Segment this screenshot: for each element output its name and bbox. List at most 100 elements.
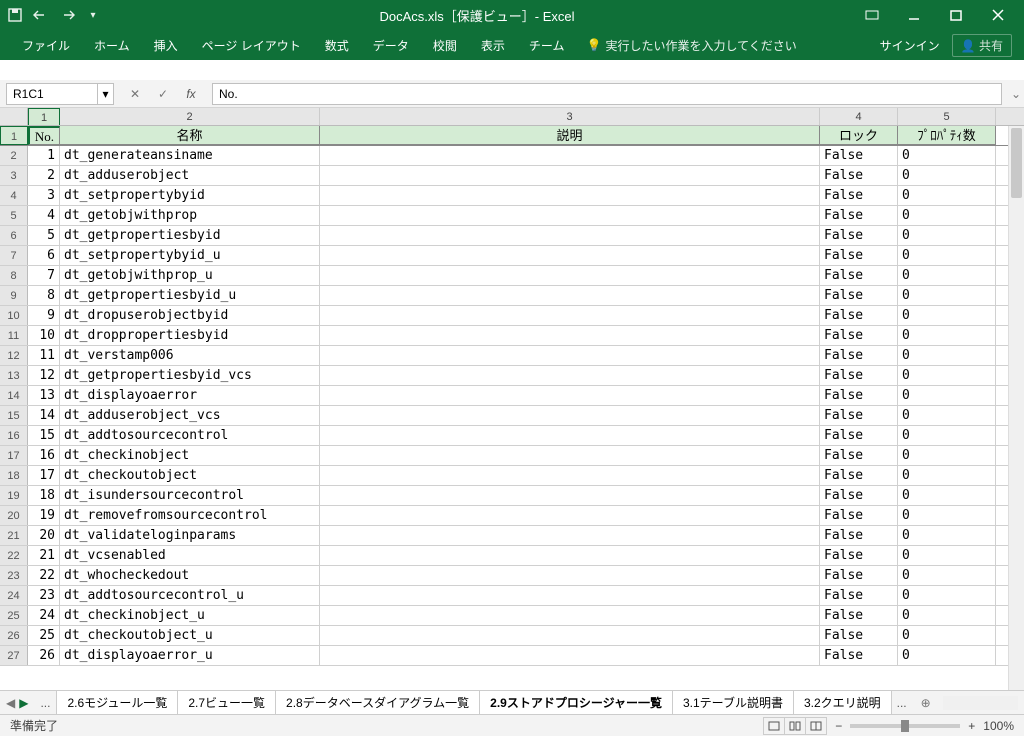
cell-no[interactable]: 1: [28, 146, 60, 165]
zoom-slider-thumb[interactable]: [901, 720, 909, 732]
cell-lock[interactable]: False: [820, 586, 898, 605]
tab-scroll-left-icon[interactable]: ◀: [6, 696, 15, 710]
cell-props[interactable]: 0: [898, 646, 996, 665]
cell-no[interactable]: 13: [28, 386, 60, 405]
cell-lock[interactable]: False: [820, 626, 898, 645]
header-lock[interactable]: ロック: [820, 126, 898, 145]
cell-name[interactable]: dt_droppropertiesbyid: [60, 326, 320, 345]
cell-props[interactable]: 0: [898, 546, 996, 565]
cell-lock[interactable]: False: [820, 286, 898, 305]
cell-name[interactable]: dt_adduserobject: [60, 166, 320, 185]
cell-no[interactable]: 5: [28, 226, 60, 245]
qat-customize-icon[interactable]: ▾: [84, 6, 102, 24]
col-header[interactable]: 5: [898, 108, 996, 125]
cell-name[interactable]: dt_isundersourcecontrol: [60, 486, 320, 505]
cell-no[interactable]: 9: [28, 306, 60, 325]
cell-props[interactable]: 0: [898, 506, 996, 525]
cell-no[interactable]: 19: [28, 506, 60, 525]
tab-pagelayout[interactable]: ページ レイアウト: [192, 33, 311, 58]
row-header[interactable]: 27: [0, 646, 28, 665]
row-header[interactable]: 16: [0, 426, 28, 445]
close-icon[interactable]: [978, 1, 1018, 29]
scrollbar-thumb[interactable]: [1011, 128, 1022, 198]
cell-desc[interactable]: [320, 306, 820, 325]
cell-no[interactable]: 23: [28, 586, 60, 605]
cell-desc[interactable]: [320, 606, 820, 625]
row-header[interactable]: 8: [0, 266, 28, 285]
cell-name[interactable]: dt_removefromsourcecontrol: [60, 506, 320, 525]
cell-name[interactable]: dt_checkinobject_u: [60, 606, 320, 625]
cell-lock[interactable]: False: [820, 186, 898, 205]
col-header[interactable]: 2: [60, 108, 320, 125]
cell-no[interactable]: 4: [28, 206, 60, 225]
expand-formula-bar-icon[interactable]: ⌄: [1008, 87, 1024, 101]
row-header[interactable]: 4: [0, 186, 28, 205]
cell-lock[interactable]: False: [820, 526, 898, 545]
sheet-tabs-more[interactable]: ...: [34, 693, 56, 713]
cell-props[interactable]: 0: [898, 186, 996, 205]
cell-name[interactable]: dt_addtosourcecontrol: [60, 426, 320, 445]
cell-lock[interactable]: False: [820, 646, 898, 665]
tab-file[interactable]: ファイル: [12, 33, 80, 58]
cell-desc[interactable]: [320, 426, 820, 445]
header-name[interactable]: 名称: [60, 126, 320, 145]
cell-name[interactable]: dt_checkoutobject_u: [60, 626, 320, 645]
row-header[interactable]: 11: [0, 326, 28, 345]
cell-props[interactable]: 0: [898, 466, 996, 485]
sheet-tab[interactable]: 3.2クエリ説明: [793, 690, 892, 716]
cell-desc[interactable]: [320, 326, 820, 345]
row-header[interactable]: 14: [0, 386, 28, 405]
cell-desc[interactable]: [320, 466, 820, 485]
cell-lock[interactable]: False: [820, 166, 898, 185]
cell-props[interactable]: 0: [898, 246, 996, 265]
insert-function-icon[interactable]: fx: [180, 83, 202, 105]
signin-link[interactable]: サインイン: [880, 37, 940, 54]
row-header[interactable]: 15: [0, 406, 28, 425]
sheet-tab[interactable]: 3.1テーブル説明書: [672, 690, 794, 716]
cell-no[interactable]: 20: [28, 526, 60, 545]
row-header[interactable]: 10: [0, 306, 28, 325]
new-sheet-icon[interactable]: ⊕: [921, 696, 931, 710]
row-header[interactable]: 20: [0, 506, 28, 525]
cell-props[interactable]: 0: [898, 306, 996, 325]
cell-desc[interactable]: [320, 566, 820, 585]
cell-no[interactable]: 16: [28, 446, 60, 465]
tell-me-search[interactable]: 💡 実行したい作業を入力してください: [586, 37, 796, 54]
cell-name[interactable]: dt_getpropertiesbyid_u: [60, 286, 320, 305]
cell-name[interactable]: dt_whocheckedout: [60, 566, 320, 585]
cell-lock[interactable]: False: [820, 566, 898, 585]
cell-props[interactable]: 0: [898, 566, 996, 585]
cell-name[interactable]: dt_getobjwithprop_u: [60, 266, 320, 285]
cancel-icon[interactable]: ✕: [124, 83, 146, 105]
undo-icon[interactable]: [32, 6, 50, 24]
cell-name[interactable]: dt_addtosourcecontrol_u: [60, 586, 320, 605]
cell-desc[interactable]: [320, 226, 820, 245]
tab-data[interactable]: データ: [363, 33, 419, 58]
cell-props[interactable]: 0: [898, 266, 996, 285]
cell-name[interactable]: dt_generateansiname: [60, 146, 320, 165]
cell-no[interactable]: 12: [28, 366, 60, 385]
col-header[interactable]: 3: [320, 108, 820, 125]
zoom-slider[interactable]: [850, 724, 960, 728]
horizontal-scrollbar[interactable]: [943, 696, 1018, 710]
cell-name[interactable]: dt_verstamp006: [60, 346, 320, 365]
share-button[interactable]: 👤 共有: [952, 34, 1012, 57]
zoom-in-icon[interactable]: +: [968, 719, 975, 733]
page-break-view-icon[interactable]: [805, 717, 827, 735]
cell-lock[interactable]: False: [820, 266, 898, 285]
cell-name[interactable]: dt_validateloginparams: [60, 526, 320, 545]
cell-props[interactable]: 0: [898, 586, 996, 605]
cell-name[interactable]: dt_displayoaerror_u: [60, 646, 320, 665]
sheet-tab[interactable]: 2.9ストアドプロシージャー一覧: [479, 690, 673, 716]
cell-no[interactable]: 2: [28, 166, 60, 185]
header-no[interactable]: No.: [28, 126, 60, 145]
row-header[interactable]: 3: [0, 166, 28, 185]
cell-name[interactable]: dt_displayoaerror: [60, 386, 320, 405]
cell-lock[interactable]: False: [820, 366, 898, 385]
row-header[interactable]: 6: [0, 226, 28, 245]
name-box-dropdown-icon[interactable]: ▾: [98, 83, 114, 105]
cell-no[interactable]: 3: [28, 186, 60, 205]
cell-lock[interactable]: False: [820, 406, 898, 425]
cell-props[interactable]: 0: [898, 606, 996, 625]
row-header[interactable]: 2: [0, 146, 28, 165]
